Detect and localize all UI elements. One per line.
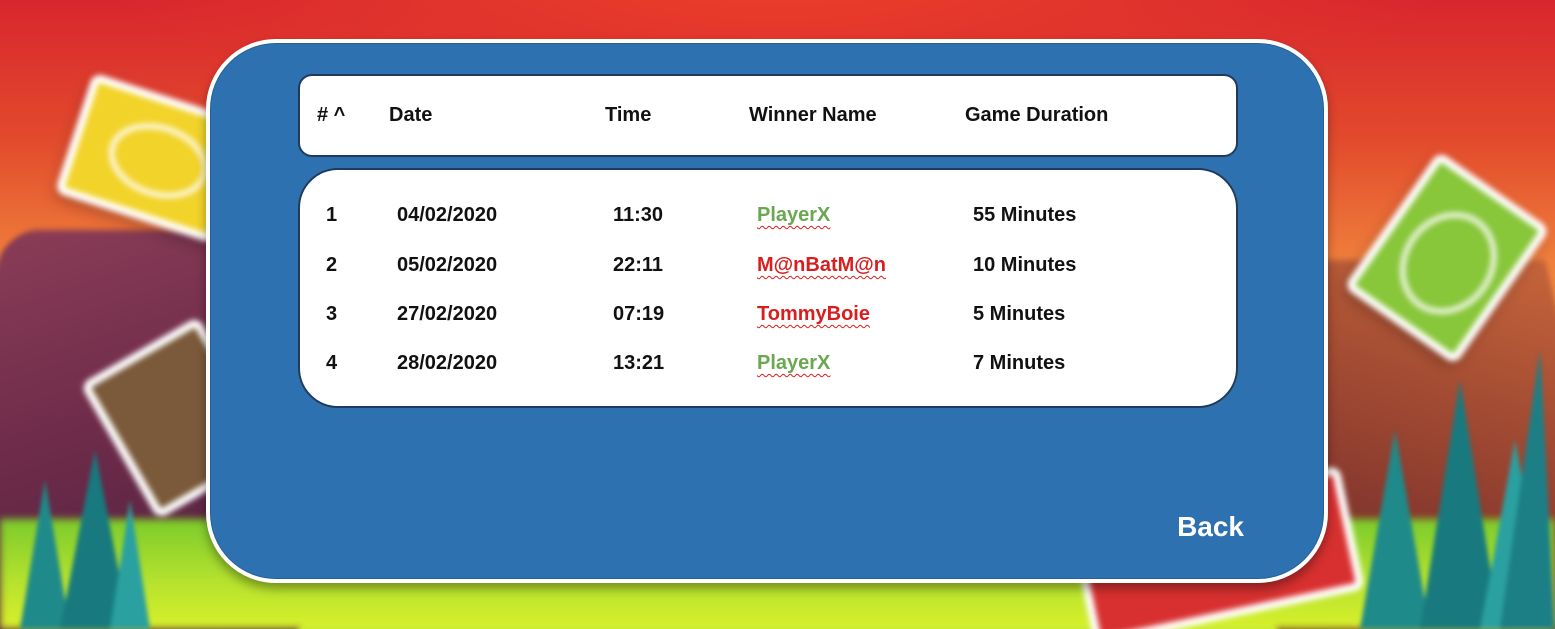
cell-number: 4 [326,352,338,374]
column-header-number[interactable]: # ^ [317,104,345,127]
cell-date: 27/02/2020 [397,303,498,325]
cell-game-duration: 55 Minutes [973,204,1077,226]
match-history-panel: # ^ Date Time Winner Name Game Duration … [206,39,1328,583]
table-row: 2 05/02/2020 22:11 M@nBatM@n 10 Minutes [300,254,1236,284]
cell-time: 22:11 [613,254,664,276]
cell-winner-name: PlayerX [757,352,831,374]
cell-number: 2 [326,254,338,276]
table-row: 4 28/02/2020 13:21 PlayerX 7 Minutes [300,352,1236,382]
column-header-winner-name[interactable]: Winner Name [749,104,877,127]
table-row: 3 27/02/2020 07:19 TommyBoie 5 Minutes [300,303,1236,333]
cell-winner-name: TommyBoie [757,303,870,325]
table-row: 1 04/02/2020 11:30 PlayerX 55 Minutes [300,204,1236,234]
column-header-game-duration[interactable]: Game Duration [965,104,1108,127]
table-body: 1 04/02/2020 11:30 PlayerX 55 Minutes 2 … [298,168,1238,408]
back-button[interactable]: Back [1177,511,1244,543]
game-background: # ^ Date Time Winner Name Game Duration … [0,0,1555,629]
cell-time: 11:30 [613,204,664,226]
column-header-time[interactable]: Time [605,104,651,127]
cell-winner-name: M@nBatM@n [757,254,886,276]
cell-time: 07:19 [613,303,665,325]
cell-time: 13:21 [613,352,665,374]
cell-date: 04/02/2020 [397,204,498,226]
cell-number: 3 [326,303,338,325]
table-header: # ^ Date Time Winner Name Game Duration [298,74,1238,157]
cell-number: 1 [326,204,338,226]
cell-game-duration: 7 Minutes [973,352,1066,374]
cell-game-duration: 10 Minutes [973,254,1077,276]
cell-winner-name: PlayerX [757,204,831,226]
cell-date: 05/02/2020 [397,254,498,276]
cell-game-duration: 5 Minutes [973,303,1066,325]
cell-date: 28/02/2020 [397,352,498,374]
column-header-date[interactable]: Date [389,104,432,127]
